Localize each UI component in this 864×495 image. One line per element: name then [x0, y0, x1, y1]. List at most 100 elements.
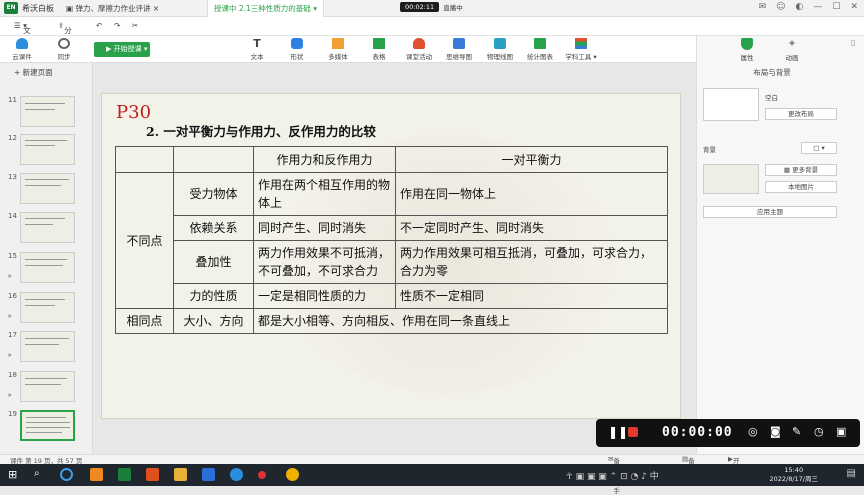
text-icon: T [253, 37, 261, 50]
thumbnail-page-18[interactable]: 18 ★ [0, 371, 93, 409]
notification-icon[interactable]: ▤ [847, 468, 856, 479]
redo-icon[interactable]: ↷ [114, 21, 120, 30]
edge-icon[interactable] [60, 468, 73, 481]
search-icon[interactable]: ⌕ [34, 468, 40, 479]
new-page-button[interactable]: + 新建页面 [14, 67, 53, 78]
thumbnail-image [20, 96, 75, 127]
thumbnail-page-14[interactable]: 14 [0, 212, 93, 250]
local-image-button[interactable]: 本地图片 [765, 181, 837, 193]
star-icon: ★ [7, 352, 13, 359]
change-layout-button[interactable]: 更改布局 [765, 108, 837, 120]
folder-icon[interactable] [174, 468, 187, 481]
panel-collapse-icon[interactable]: ▯ [851, 38, 855, 47]
slide-heading: 2. 一对平衡力与作用力、反作用力的比较 [146, 124, 376, 139]
ppt-icon[interactable] [146, 468, 159, 481]
shape-icon [291, 38, 303, 49]
tab-animation[interactable]: ✦ 动画 [762, 37, 822, 63]
table-tool[interactable]: 表格 [359, 38, 399, 61]
table-header-row: 作用力和反作用力 一对平衡力 [115, 146, 668, 173]
activity-tool[interactable]: 课堂活动 [399, 38, 439, 61]
thumbnail-page-12[interactable]: 12 [0, 134, 93, 172]
helper-button[interactable]: ✉ 备课助手 [608, 455, 620, 495]
thumbnail-image [20, 173, 75, 204]
cell-same: 都是大小相等、方向相反、作用在同一条直线上 [253, 308, 668, 334]
menu-file[interactable]: ☰ 文件 ▾ [14, 21, 31, 46]
cloud-button[interactable]: 云课件 [2, 38, 42, 61]
cell-action-reaction: 一定是相同性质的力 [253, 283, 396, 309]
close-icon[interactable]: ✕ [850, 2, 858, 12]
user-icon[interactable]: ☺ [776, 2, 785, 12]
mindmap-tool[interactable]: 思维导图 [439, 38, 479, 61]
record-icon[interactable] [258, 471, 266, 479]
tab-teaching[interactable]: 授课中 2.1三种性质力的基础 ▾ [207, 0, 324, 17]
stop-icon[interactable] [628, 427, 638, 437]
tab-homework[interactable]: ▣ 弹力、摩擦力作业评讲 × [60, 0, 165, 17]
pen-icon[interactable]: ✎ [792, 425, 801, 438]
animation-icon: ✦ [787, 37, 797, 50]
app-icon-blue[interactable] [202, 468, 215, 481]
clock-date: 2022/8/17/周三 [769, 475, 818, 483]
layout-preview[interactable] [703, 88, 759, 121]
thumbnail-page-19[interactable]: 19 [0, 410, 93, 448]
thumbnail-page-13[interactable]: 13 [0, 173, 93, 211]
menu-bar: ☰ 文件 ▾ ⇪ 分享 ↶ ↷ ✂ [0, 17, 864, 46]
thumbnail-image [20, 371, 75, 402]
physics-icon [494, 38, 506, 49]
background-color-select[interactable]: □ ▾ [801, 142, 837, 154]
shape-tool[interactable]: 形状 [277, 38, 317, 61]
screenshot-icon[interactable]: ◎ [748, 425, 758, 438]
text-tool[interactable]: T 文本 [237, 38, 277, 61]
star-icon: ★ [7, 273, 13, 280]
thumbnail-image [20, 252, 75, 283]
collapse-icon[interactable]: ▣ [836, 425, 846, 438]
thumbnail-page-11[interactable]: 11 [0, 96, 93, 134]
windows-taskbar: ⊞ ⌕ ☥ ▣ ▣ ▣ ⌃ ⊡ ◔ ♪ 中 15:40 2022/8/17/周三… [0, 464, 864, 486]
start-status-button[interactable]: ▶ 开始 [728, 455, 740, 475]
taskbar-clock[interactable]: 15:40 2022/8/17/周三 [769, 466, 818, 484]
wps-icon[interactable] [90, 468, 103, 481]
windows-start-icon[interactable]: ⊞ [8, 468, 17, 481]
easinote-icon[interactable] [118, 468, 131, 481]
clear-icon[interactable]: ✂ [132, 21, 138, 30]
minimize-icon[interactable]: — [813, 2, 822, 12]
background-preview[interactable] [703, 164, 759, 194]
table-row: 叠加性 两力作用效果不可抵消，不可叠加，不可求合力 两力作用效果可相互抵消，可叠… [116, 240, 668, 284]
thumbnail-page-17[interactable]: 17 ★ [0, 331, 93, 369]
menu-share[interactable]: ⇪ 分享 [58, 21, 72, 46]
undo-icon[interactable]: ↶ [96, 21, 102, 30]
pause-icon[interactable]: ❚❚ [608, 425, 628, 439]
more-background-button[interactable]: ▦ 更多背景 [765, 164, 837, 176]
comparison-table[interactable]: 作用力和反作用力 一对平衡力 不同点 受力物体 作用在两个相互作用的物体上 作用… [115, 146, 668, 334]
media-tool[interactable]: 多媒体 [318, 38, 358, 61]
star-icon: ★ [7, 392, 13, 399]
app-icon-k[interactable] [230, 468, 243, 481]
physics-tool[interactable]: 物理线图 [480, 38, 520, 61]
skin-icon[interactable]: ◐ [796, 2, 804, 12]
thumbnail-page-16[interactable]: 16 ★ [0, 292, 93, 330]
timer-icon[interactable]: ◷ [814, 425, 824, 438]
tray-icons[interactable]: ☥ ▣ ▣ ▣ ⌃ ⊡ ◔ ♪ 中 [566, 469, 659, 482]
live-indicator: 00:02:11 直播中 [400, 2, 463, 12]
thumbnail-page-15[interactable]: 15 ★ [0, 252, 93, 290]
maximize-icon[interactable]: ☐ [832, 2, 840, 12]
notes-button[interactable]: ▤ 备注 [682, 455, 695, 475]
page-thumbnails-panel: + 新建页面 11 12 13 14 15 ★ 16 ★ 17 ★ 18 ★ 19 [0, 63, 93, 454]
subject-icon [575, 38, 587, 49]
slide[interactable]: P30 2. 一对平衡力与作用力、反作用力的比较 作用力和反作用力 一对平衡力 … [101, 93, 681, 419]
brush-icon [741, 38, 753, 50]
subject-tool[interactable]: 学科工具 ▾ [561, 38, 601, 61]
cell-action-reaction: 同时产生、同时消失 [253, 215, 396, 241]
cell-balanced: 作用在同一物体上 [395, 172, 668, 216]
thumbnail-image [20, 134, 75, 165]
feedback-icon[interactable]: ✉ [759, 2, 767, 12]
start-teaching-button[interactable]: ▶ 开始授课 ▾ [94, 42, 150, 57]
slide-canvas: P30 2. 一对平衡力与作用力、反作用力的比较 作用力和反作用力 一对平衡力 … [93, 63, 695, 454]
sync-icon [58, 38, 70, 49]
properties-panel: 属性 ✦ 动画 布局与背景 空白 更改布局 背景 □ ▾ ▦ 更多背景 本地图片 … [696, 36, 864, 454]
chart-tool[interactable]: 统计图表 [520, 38, 560, 61]
camera-icon[interactable]: ◙ [770, 425, 781, 438]
sync-button[interactable]: 同步 [44, 38, 84, 61]
apply-theme-button[interactable]: 应用主题 [703, 206, 837, 218]
thumbnail-image [20, 292, 75, 323]
app-icon-yellow[interactable] [286, 468, 299, 481]
